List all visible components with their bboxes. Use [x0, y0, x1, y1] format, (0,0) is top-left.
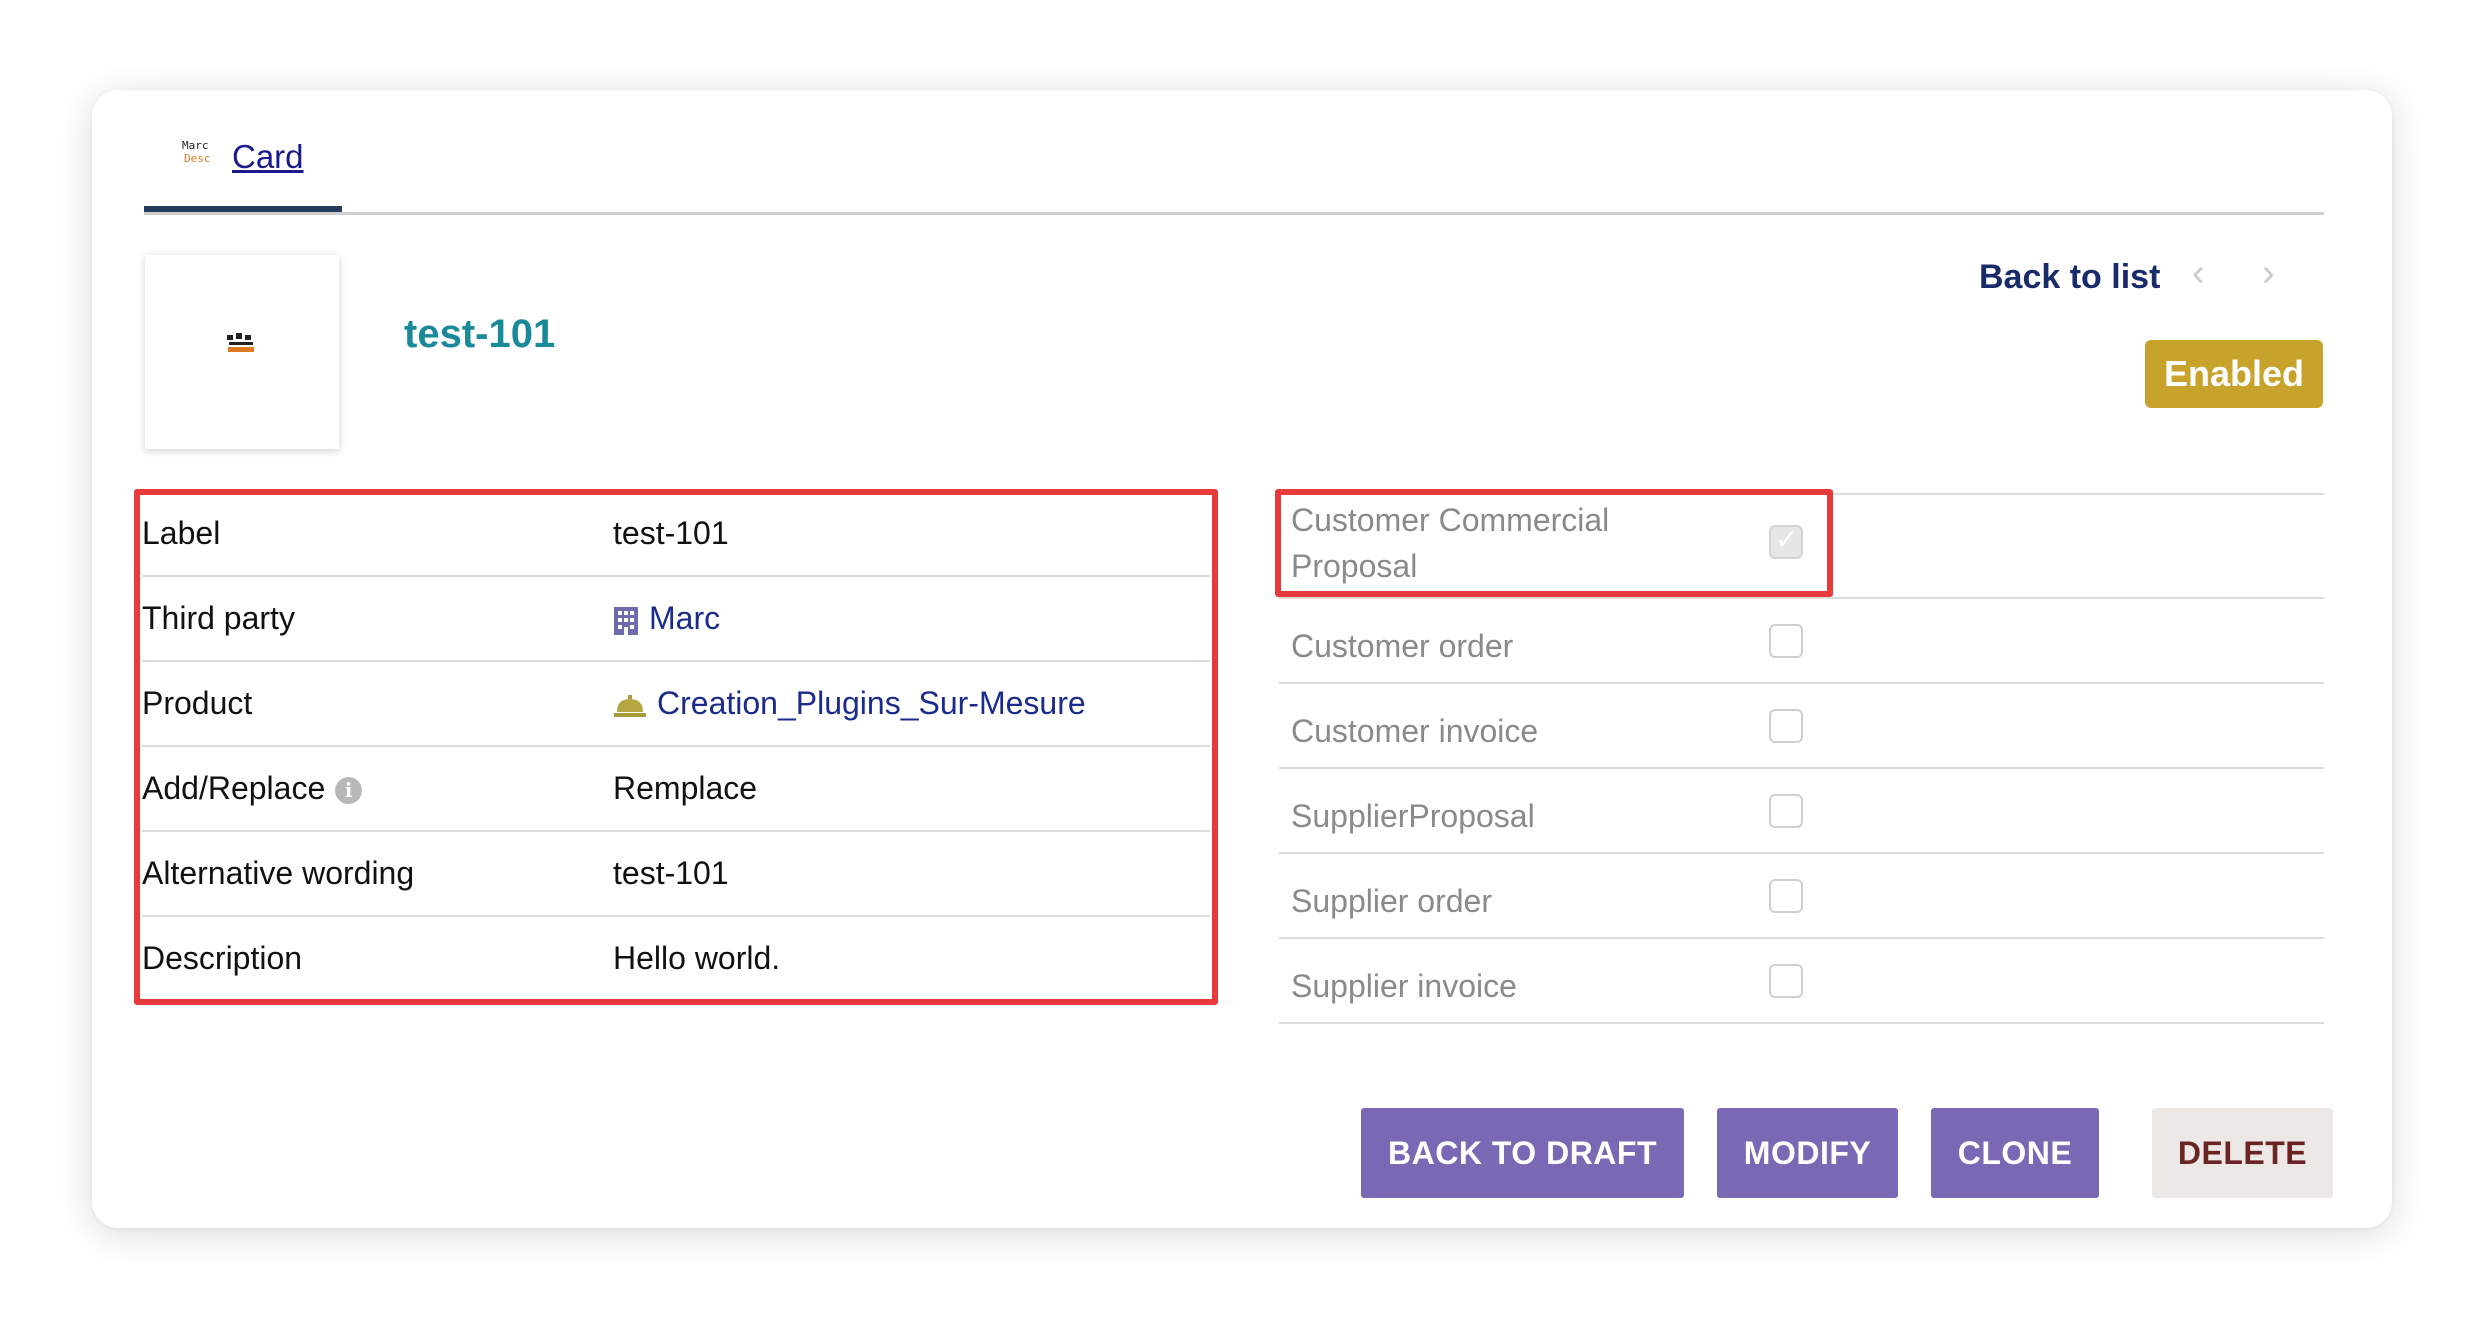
checkbox-row-customer-invoice: Customer invoice — [1279, 684, 2324, 769]
tab-card[interactable]: Marc Desc Card — [144, 90, 342, 212]
third-party-link[interactable]: Marc — [613, 577, 720, 660]
next-record-icon[interactable]: › — [2262, 252, 2275, 295]
checkbox-label: Customer invoice — [1291, 713, 1539, 749]
field-row-product: Product Creation_Plugins_Sur-Mesure — [142, 662, 1210, 747]
field-row-alternative-wording: Alternative wording test-101 — [142, 832, 1210, 917]
third-party-name[interactable]: Marc — [649, 600, 720, 636]
field-value: Hello world. — [613, 940, 781, 976]
field-value: test-101 — [613, 855, 729, 891]
tab-bar: Marc Desc Card — [144, 90, 2324, 215]
customer-invoice-checkbox[interactable] — [1769, 709, 1803, 743]
field-label: Third party — [142, 600, 295, 636]
customer-commercial-proposal-checkbox[interactable]: ✓ — [1769, 524, 1803, 559]
field-label: Product — [142, 685, 253, 721]
customer-order-checkbox[interactable] — [1769, 624, 1803, 658]
supplier-order-checkbox[interactable] — [1769, 879, 1803, 913]
field-table: Label test-101 Third party Marc Product — [142, 492, 1210, 1000]
document-type-checkboxes: Customer Commercial Proposal ✓ Customer … — [1279, 493, 2324, 1024]
building-icon — [614, 606, 638, 635]
checkbox-label: Customer Commercial Proposal — [1291, 502, 1610, 584]
checkbox-label: Supplier order — [1291, 883, 1492, 919]
service-bell-icon — [614, 694, 646, 717]
field-label: Alternative wording — [142, 855, 415, 891]
supplier-proposal-checkbox[interactable] — [1769, 794, 1803, 828]
modify-button[interactable]: MODIFY — [1717, 1108, 1898, 1198]
checkbox-row-supplier-proposal: SupplierProposal — [1279, 769, 2324, 854]
delete-button[interactable]: DELETE — [2152, 1108, 2333, 1198]
back-to-list-link[interactable]: Back to list — [1979, 258, 2160, 297]
info-icon[interactable]: i — [335, 777, 363, 805]
field-row-third-party: Third party Marc — [142, 577, 1210, 662]
record-thumbnail — [145, 255, 339, 449]
checkmark-icon: ✓ — [1775, 524, 1799, 555]
checkbox-row-customer-commercial-proposal: Customer Commercial Proposal ✓ — [1279, 495, 2324, 599]
product-link[interactable]: Creation_Plugins_Sur-Mesure — [613, 662, 1086, 745]
status-badge: Enabled — [2145, 340, 2323, 408]
checkbox-row-supplier-invoice: Supplier invoice — [1279, 939, 2324, 1024]
field-label: Label — [142, 515, 221, 551]
field-label: Description — [142, 940, 303, 976]
product-name[interactable]: Creation_Plugins_Sur-Mesure — [657, 685, 1086, 721]
supplier-invoice-checkbox[interactable] — [1769, 964, 1803, 998]
page-title: test-101 — [404, 312, 556, 356]
field-value: Remplace — [613, 770, 758, 806]
previous-record-icon[interactable]: ‹ — [2192, 252, 2205, 295]
field-label: Add/Replace — [142, 770, 326, 806]
field-row-label: Label test-101 — [142, 492, 1210, 577]
checkbox-row-supplier-order: Supplier order — [1279, 854, 2324, 939]
record-card: Marc Desc Card test-101 Back to list ‹ ›… — [92, 90, 2392, 1228]
clone-button[interactable]: CLONE — [1931, 1108, 2099, 1198]
checkbox-label: SupplierProposal — [1291, 798, 1535, 834]
checkbox-label: Supplier invoice — [1291, 968, 1517, 1004]
checkbox-row-customer-order: Customer order — [1279, 599, 2324, 684]
tab-card-label[interactable]: Card — [232, 138, 304, 176]
module-logo-icon: Marc Desc — [182, 139, 211, 165]
back-to-draft-button[interactable]: BACK TO DRAFT — [1361, 1108, 1684, 1198]
checkbox-label: Customer order — [1291, 628, 1514, 664]
field-row-description: Description Hello world. — [142, 917, 1210, 1000]
field-value: test-101 — [613, 515, 729, 551]
logo-thumbnail-icon — [225, 333, 261, 359]
field-row-add-replace: Add/Replace i Remplace — [142, 747, 1210, 832]
